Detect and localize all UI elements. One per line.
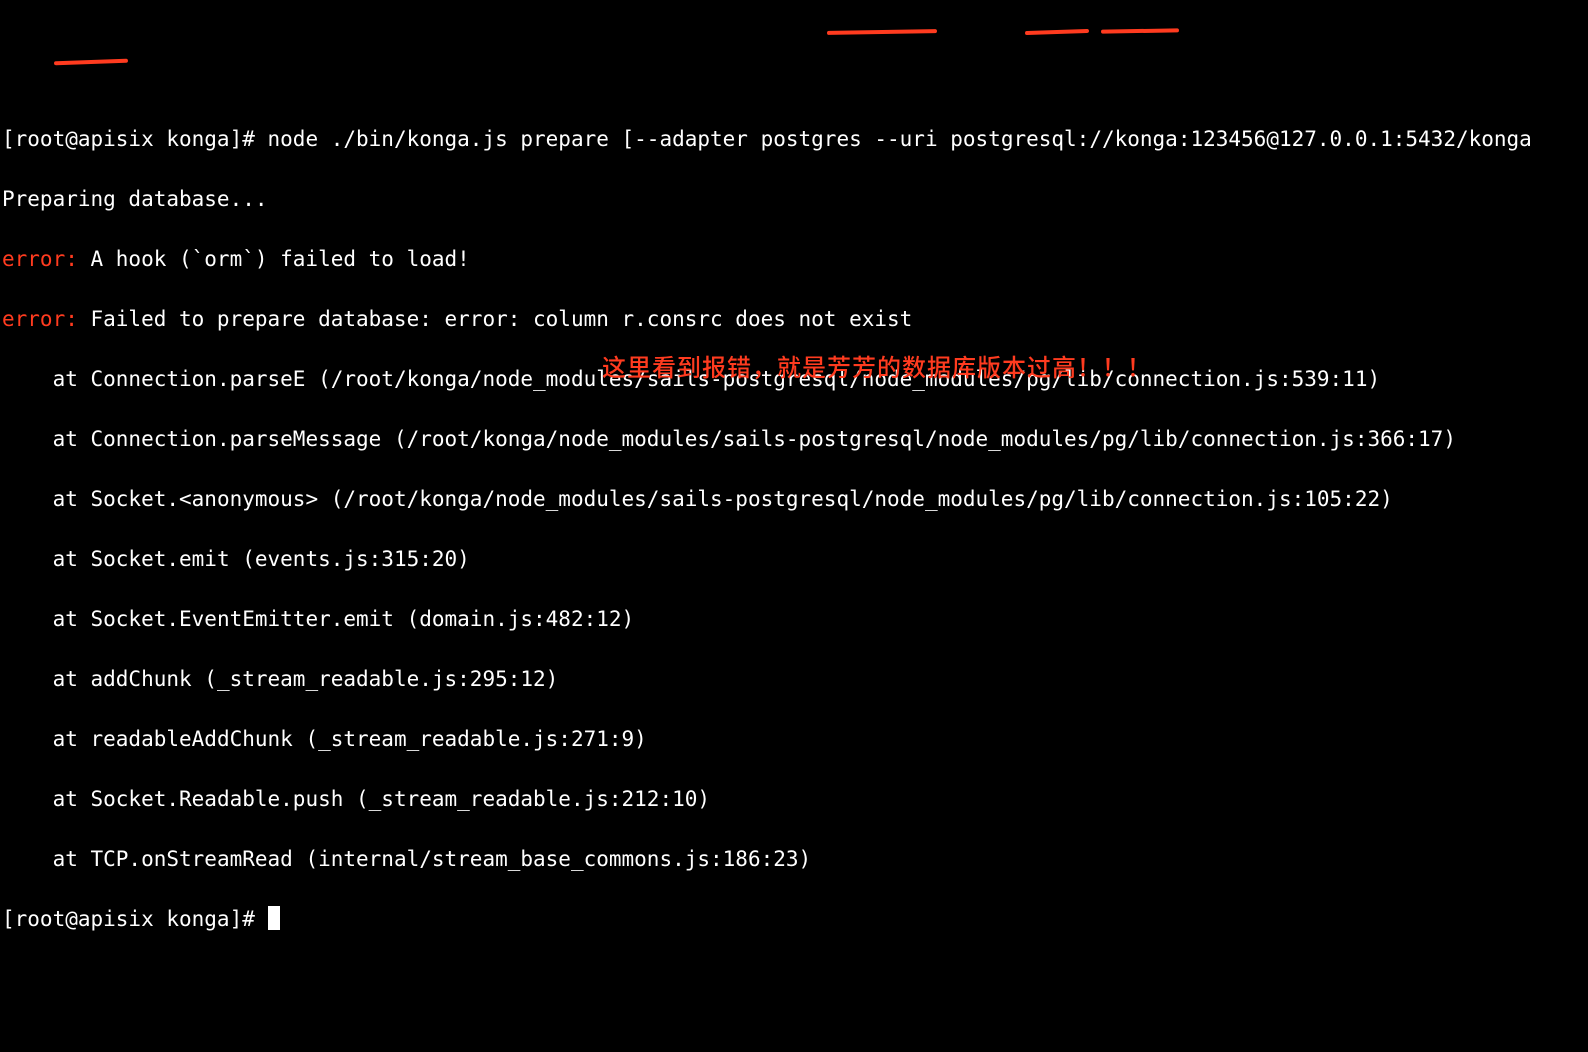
- stack-line: at Connection.parseMessage (/root/konga/…: [2, 424, 1586, 454]
- underline-annotation: [54, 59, 128, 66]
- output-preparing: Preparing database...: [2, 184, 1586, 214]
- output-error-1: error: A hook (`orm`) failed to load!: [2, 244, 1586, 274]
- shell-command: node ./bin/konga.js prepare [--adapter p…: [268, 127, 1532, 151]
- stack-line: at TCP.onStreamRead (internal/stream_bas…: [2, 844, 1586, 874]
- shell-prompt: [root@apisix konga]#: [2, 907, 268, 931]
- error-label: error:: [2, 307, 78, 331]
- stack-line: at addChunk (_stream_readable.js:295:12): [2, 664, 1586, 694]
- output-error-2: error: Failed to prepare database: error…: [2, 304, 1586, 334]
- error-annotation: 这里看到报错，就是芳芳的数据库版本过高！！！: [602, 354, 1152, 378]
- cursor-icon: [268, 906, 280, 930]
- shell-prompt: [root@apisix konga]#: [2, 127, 268, 151]
- stack-line: at Socket.EventEmitter.emit (domain.js:4…: [2, 604, 1586, 634]
- stack-line: at Socket.<anonymous> (/root/konga/node_…: [2, 484, 1586, 514]
- stack-line: at Socket.Readable.push (_stream_readabl…: [2, 784, 1586, 814]
- next-prompt-line: [root@apisix konga]#: [2, 904, 1586, 934]
- stack-line: at readableAddChunk (_stream_readable.js…: [2, 724, 1586, 754]
- underline-annotation: [827, 29, 937, 35]
- stack-line: at Socket.emit (events.js:315:20): [2, 544, 1586, 574]
- underline-annotation: [1101, 28, 1179, 33]
- command-line: [root@apisix konga]# node ./bin/konga.js…: [2, 124, 1586, 154]
- error-label: error:: [2, 247, 78, 271]
- underline-annotation: [1025, 29, 1089, 35]
- error-message-1: A hook (`orm`) failed to load!: [78, 247, 470, 271]
- error-message-2: Failed to prepare database: error: colum…: [78, 307, 912, 331]
